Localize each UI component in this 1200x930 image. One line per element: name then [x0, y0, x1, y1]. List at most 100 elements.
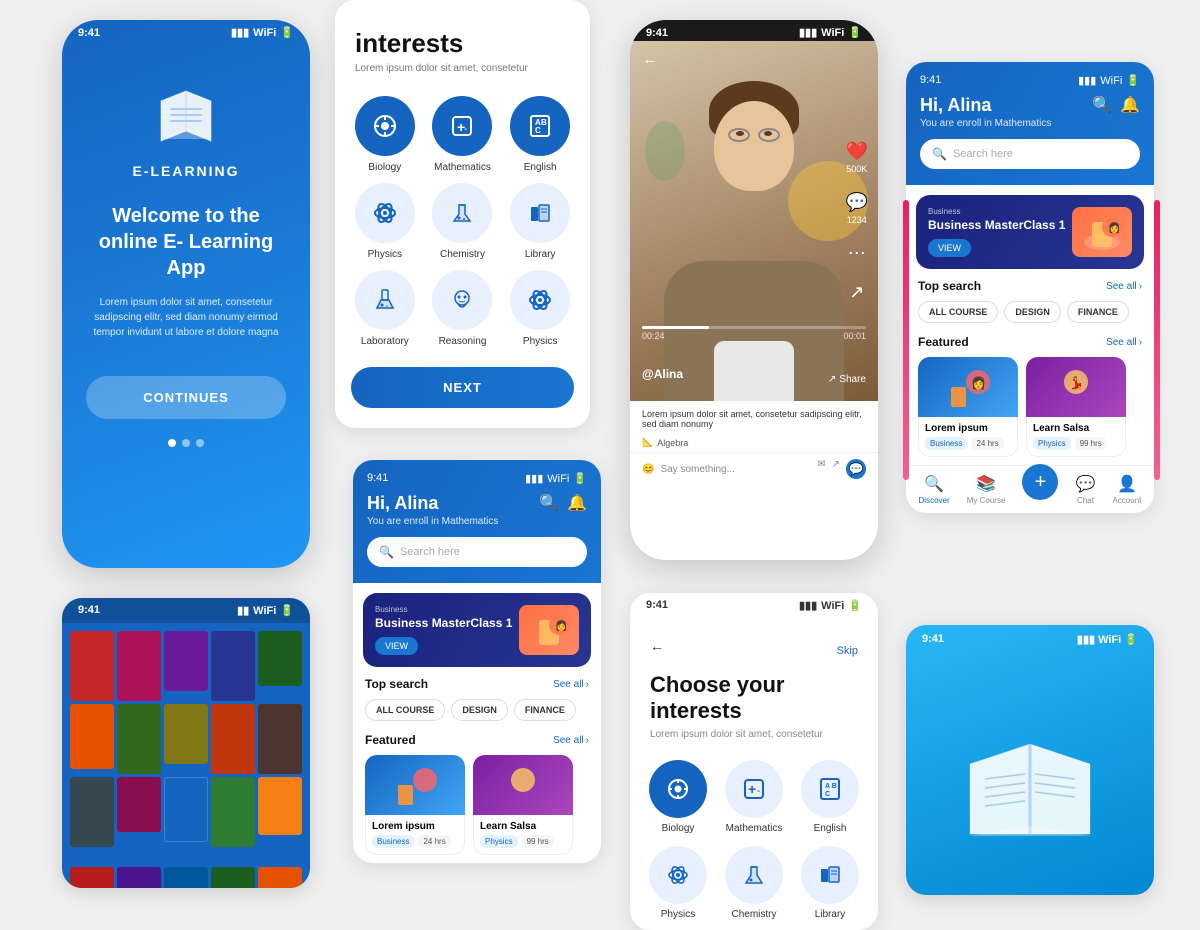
subject-item-english[interactable]: A B C English — [506, 96, 574, 173]
subject-item-reasoning[interactable]: Reasoning — [429, 270, 497, 347]
status-bar-3: 9:41 ▮▮▮ WiFi 🔋 — [630, 20, 878, 41]
featured-card-1[interactable]: 👩 Lorem ipsum Business 24 hrs — [918, 357, 1018, 457]
banner-view-button[interactable]: VIEW — [928, 239, 971, 257]
banner-text-block: Business Business MasterClass 1 VIEW — [928, 207, 1065, 257]
choose-chem[interactable]: Chemistry — [722, 846, 786, 920]
see-all-featured[interactable]: See all › — [1106, 337, 1142, 348]
choose-nav: ← Skip — [650, 638, 858, 664]
see-all-top-search[interactable]: See all › — [1106, 281, 1142, 292]
choose-grid: Biology + - Mathematics A B C En — [630, 750, 878, 930]
header-actions-5: 🔍 🔔 — [539, 493, 587, 513]
book-12 — [117, 777, 161, 832]
top-search-hdr-5: Top search See all› — [365, 677, 589, 691]
choose-lib[interactable]: Library — [798, 846, 862, 920]
book-17 — [117, 867, 161, 888]
status-icons-5: ▮▮▮ WiFi 🔋 — [525, 472, 587, 485]
choose-biology[interactable]: Biology — [646, 760, 710, 834]
share-action[interactable]: ↗ — [849, 282, 864, 303]
subject-item-physics2[interactable]: Physics — [506, 270, 574, 347]
book-7 — [117, 704, 161, 774]
choose-label-math: Mathematics — [726, 823, 783, 834]
tag-finance-5[interactable]: FINANCE — [514, 699, 576, 721]
video-description: Lorem ipsum dolor sit amet, consetetur s… — [630, 401, 878, 433]
see-all-5[interactable]: See all› — [553, 679, 589, 690]
app-header: 9:41 ▮▮▮ WiFi 🔋 Hi, Alina You are enroll… — [906, 62, 1154, 185]
video-progress: 00:24 00:01 — [630, 326, 878, 341]
mail-icon[interactable]: ✉ — [817, 459, 825, 479]
subject-tag-icon: 📐 — [642, 437, 653, 448]
choose-icon-bio — [649, 760, 707, 818]
choose-label-chem: Chemistry — [731, 909, 776, 920]
featured-cards: 👩 Lorem ipsum Business 24 hrs 💃 — [918, 357, 1142, 457]
choose-back-btn[interactable]: ← — [650, 638, 664, 654]
phone-app-home-mid: 9:41 ▮▮▮ WiFi 🔋 Hi, Alina You are enroll… — [353, 460, 601, 863]
chevron-icon-2: › — [1139, 337, 1142, 348]
like-count: 500K — [846, 164, 867, 174]
subject-item-laboratory[interactable]: Laboratory — [351, 270, 419, 347]
card1-hours: 24 hrs — [971, 437, 1003, 450]
video-back-button[interactable]: ← — [642, 51, 658, 69]
greeting-block: Hi, Alina You are enroll in Mathematics — [920, 95, 1051, 139]
bell-icon[interactable]: 🔔 — [1120, 95, 1140, 115]
banner-course-title: Business MasterClass 1 — [928, 218, 1065, 232]
search-bar[interactable]: 🔍 Search here — [920, 139, 1140, 169]
next-button[interactable]: NEXT — [351, 367, 574, 408]
top-search-5: Top search See all› ALL COURSE DESIGN FI… — [353, 667, 601, 725]
time-end: 00:01 — [843, 331, 866, 341]
see-all-feat-5[interactable]: See all› — [553, 735, 589, 746]
search-icon-header[interactable]: 🔍 — [1092, 95, 1112, 115]
share-sm-icon[interactable]: ↗ — [832, 459, 840, 479]
banner-img-5: 👩 — [519, 605, 579, 655]
search-icon-5[interactable]: 🔍 — [539, 493, 559, 513]
bookshelf-time: 9:41 — [78, 604, 100, 617]
video-actions: ❤️ 500K 💬 1234 ⋯ ↗ — [846, 141, 868, 303]
like-action[interactable]: ❤️ 500K — [846, 141, 868, 174]
choose-english[interactable]: A B C English — [798, 760, 862, 834]
more-action[interactable]: ⋯ — [848, 243, 866, 264]
nav-chat[interactable]: 💬 Chat — [1076, 474, 1096, 505]
feat-card-5-2[interactable]: Learn Salsa Physics 99 hrs — [473, 755, 573, 855]
nav-account[interactable]: 👤 Account — [1113, 474, 1142, 505]
welcome-heading: Welcome to the online E- Learning App — [86, 203, 286, 281]
subject-item-physics[interactable]: Physics — [351, 183, 419, 260]
tag-all-course[interactable]: ALL COURSE — [918, 301, 998, 323]
nav-add-button[interactable]: + — [1022, 464, 1058, 500]
choose-physics[interactable]: Physics — [646, 846, 710, 920]
book-2 — [117, 631, 161, 701]
tag-finance[interactable]: FINANCE — [1067, 301, 1129, 323]
share-arrow-icon: ↗ — [828, 374, 836, 385]
feat-card-5-1[interactable]: Lorem ipsum Business 24 hrs — [365, 755, 465, 855]
featured-5: Featured See all› Lorem ipsum Business 2… — [353, 725, 601, 863]
tag-design[interactable]: DESIGN — [1004, 301, 1061, 323]
top-search-section: Top search See all › ALL COURSE DESIGN F… — [906, 269, 1154, 327]
banner-btn-5[interactable]: VIEW — [375, 637, 418, 655]
tag-all-5[interactable]: ALL COURSE — [365, 699, 445, 721]
greeting-row: Hi, Alina You are enroll in Mathematics … — [920, 95, 1140, 139]
book-15 — [258, 777, 302, 835]
featured-card-2[interactable]: 💃 Learn Salsa Physics 99 hrs — [1026, 357, 1126, 457]
say-something-bar[interactable]: 😊 Say something... ✉ ↗ 💬 — [630, 452, 878, 485]
subject-item-biology[interactable]: Biology — [351, 96, 419, 173]
video-share-btn[interactable]: ↗ Share — [828, 374, 866, 385]
search-bar-5[interactable]: 🔍 Search here — [367, 537, 587, 567]
subject-item-library[interactable]: Library — [506, 183, 574, 260]
bell-icon-5[interactable]: 🔔 — [567, 493, 587, 513]
tag-design-5[interactable]: DESIGN — [451, 699, 508, 721]
nav-discover[interactable]: 🔍 Discover — [919, 474, 950, 505]
nav-my-course[interactable]: 📚 My Course — [967, 474, 1006, 505]
subject-label-physics: Physics — [368, 249, 402, 260]
comment-action[interactable]: 💬 1234 — [846, 192, 868, 225]
banner-image: 👩 — [1072, 207, 1132, 257]
featured-title: Featured — [918, 335, 969, 349]
skip-btn[interactable]: Skip — [837, 645, 858, 657]
phone-elearning-splash: 9:41 ▮▮▮ WiFi 🔋 E-LEARNING Welcome to th… — [62, 20, 310, 568]
bottom-nav: 🔍 Discover 📚 My Course + 💬 Chat 👤 Accoun… — [906, 465, 1154, 513]
book-logo-icon — [141, 81, 231, 151]
course-icon: 📚 — [976, 474, 996, 494]
banner-cat-5: Business — [375, 605, 512, 614]
subject-item-mathematics[interactable]: + - Mathematics — [429, 96, 497, 173]
choose-math[interactable]: + - Mathematics — [722, 760, 786, 834]
chat-bubble-icon[interactable]: 💬 — [846, 459, 866, 479]
subject-item-chemistry[interactable]: Chemistry — [429, 183, 497, 260]
continues-button[interactable]: CONTINUES — [86, 376, 286, 419]
